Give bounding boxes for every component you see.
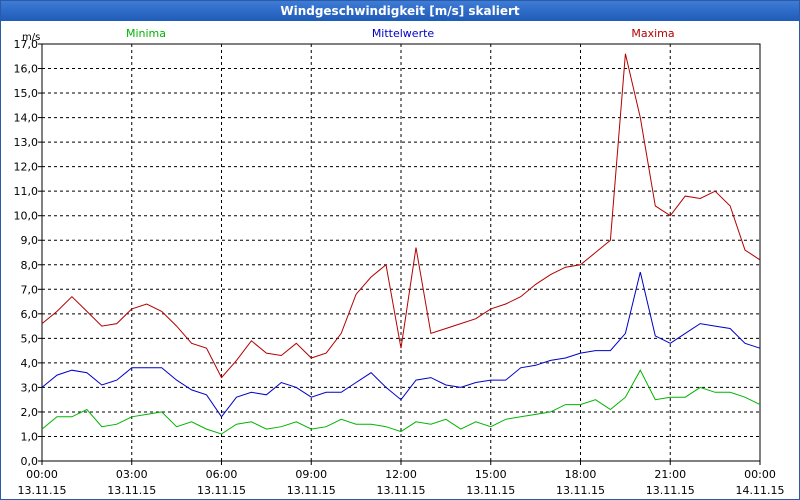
x-tick-time: 18:00 (565, 468, 597, 481)
x-tick-date: 13.11.15 (287, 484, 336, 497)
series-line-maxima (41, 53, 761, 379)
x-tick-date: 14.11.15 (736, 484, 785, 497)
line-chart: 0,0 1,0 2,0 3,0 4,0 5,0 6,0 7,0 8,0 9,0 10,0 11,0 12… (14, 27, 785, 497)
x-tick-time: 12:00 (385, 468, 417, 481)
x-axis: 00:00 13.11.15 03:00 13.11.15 06:00 13.11.15 0… (18, 461, 785, 497)
y-tick-label: 1,0 (21, 430, 39, 443)
legend-label-minima: Minima (126, 27, 166, 40)
y-axis-label: m/s (22, 32, 40, 43)
x-tick-date: 13.11.15 (466, 484, 515, 497)
y-tick-label: 12,0 (14, 161, 39, 174)
legend: Minima Mittelwerte Maxima (126, 27, 675, 40)
x-tick-time: 03:00 (116, 468, 148, 481)
y-tick-label: 0,0 (21, 455, 39, 468)
y-tick-label: 9,0 (21, 234, 39, 247)
y-axis: 0,0 1,0 2,0 3,0 4,0 5,0 6,0 7,0 8,0 9,0 10,0 11,0 12… (14, 38, 42, 468)
x-tick-date: 13.11.15 (107, 484, 156, 497)
x-tick-date: 13.11.15 (197, 484, 246, 497)
y-tick-label: 4,0 (21, 357, 39, 370)
x-tick-date: 13.11.15 (377, 484, 426, 497)
x-tick-time: 21:00 (654, 468, 686, 481)
y-tick-label: 13,0 (14, 136, 39, 149)
y-tick-label: 3,0 (21, 381, 39, 394)
x-tick-time: 00:00 (26, 468, 58, 481)
x-tick-date: 13.11.15 (556, 484, 605, 497)
y-tick-label: 6,0 (21, 308, 39, 321)
y-tick-label: 8,0 (21, 259, 39, 272)
grid-lines (42, 44, 760, 461)
y-tick-label: 14,0 (14, 112, 39, 125)
y-tick-label: 15,0 (14, 87, 39, 100)
y-tick-label: 10,0 (14, 210, 39, 223)
x-tick-time: 00:00 (744, 468, 776, 481)
x-tick-date: 13.11.15 (646, 484, 695, 497)
x-tick-date: 13.11.15 (18, 484, 67, 497)
legend-label-maxima: Maxima (631, 27, 674, 40)
legend-label-mittelwerte: Mittelwerte (372, 27, 435, 40)
y-tick-label: 5,0 (21, 332, 39, 345)
y-tick-label: 2,0 (21, 406, 39, 419)
x-tick-time: 15:00 (475, 468, 507, 481)
chart-window: Windgeschwindigkeit [m/s] skaliert 0,0 1,… (0, 0, 800, 500)
x-tick-time: 09:00 (295, 468, 327, 481)
y-tick-label: 7,0 (21, 283, 39, 296)
y-tick-label: 16,0 (14, 63, 39, 76)
x-tick-time: 06:00 (206, 468, 238, 481)
y-tick-label: 11,0 (14, 185, 39, 198)
